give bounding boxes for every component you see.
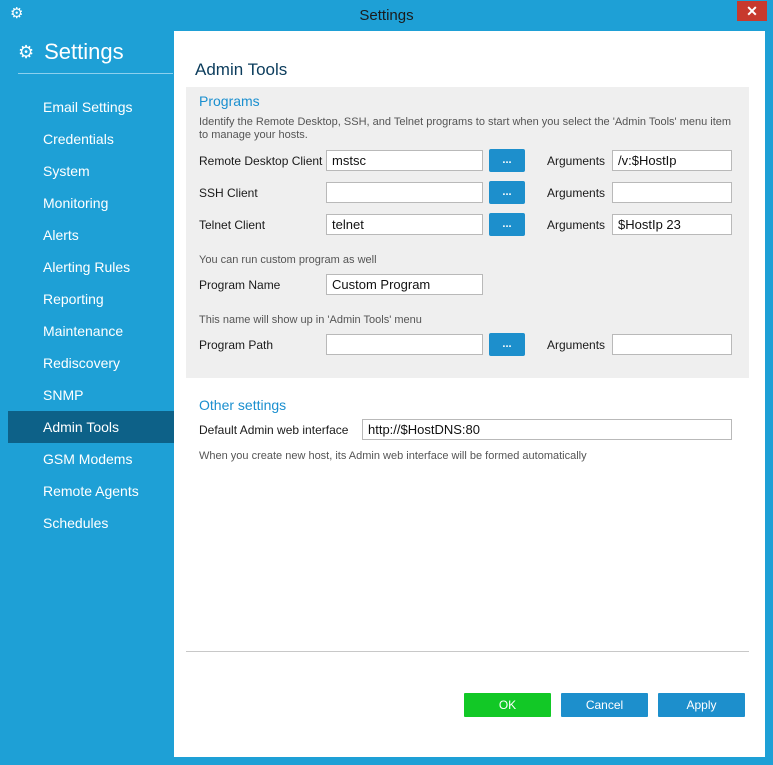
program-name-label: Program Name — [199, 278, 281, 292]
sidebar-item-reporting[interactable]: Reporting — [8, 283, 174, 315]
rdp-label: Remote Desktop Client — [199, 154, 323, 168]
sidebar-nav: Email Settings Credentials System Monito… — [8, 91, 174, 539]
program-name-field[interactable] — [326, 274, 483, 295]
telnet-arguments-field[interactable] — [612, 214, 732, 235]
sidebar-item-remote-agents[interactable]: Remote Agents — [8, 475, 174, 507]
custom-program-hint: You can run custom program as well — [199, 254, 377, 266]
program-path-arguments-field[interactable] — [612, 334, 732, 355]
sidebar: ⚙ Settings Email Settings Credentials Sy… — [8, 31, 174, 757]
programs-title: Programs — [199, 93, 260, 109]
telnet-browse-button[interactable]: ... — [489, 213, 525, 236]
sidebar-item-gsm-modems[interactable]: GSM Modems — [8, 443, 174, 475]
rdp-browse-button[interactable]: ... — [489, 149, 525, 172]
ssh-client-field[interactable] — [326, 182, 483, 203]
web-interface-hint: When you create new host, its Admin web … — [199, 450, 587, 462]
settings-window: ⚙ Settings ✕ ⚙ Settings Email Settings C… — [0, 0, 773, 765]
program-path-label: Program Path — [199, 338, 274, 352]
ssh-browse-button[interactable]: ... — [489, 181, 525, 204]
gear-icon: ⚙ — [18, 42, 35, 62]
sidebar-header: ⚙ Settings — [18, 39, 124, 69]
apply-button[interactable]: Apply — [658, 693, 745, 717]
programs-panel: Programs Identify the Remote Desktop, SS… — [186, 87, 749, 378]
program-path-field[interactable] — [326, 334, 483, 355]
sidebar-item-snmp[interactable]: SNMP — [8, 379, 174, 411]
sidebar-title: Settings — [44, 39, 124, 64]
sidebar-item-schedules[interactable]: Schedules — [8, 507, 174, 539]
window-title: Settings — [359, 7, 414, 24]
sidebar-item-credentials[interactable]: Credentials — [8, 123, 174, 155]
web-interface-label: Default Admin web interface — [199, 423, 349, 437]
ssh-label: SSH Client — [199, 186, 258, 200]
sidebar-item-maintenance[interactable]: Maintenance — [8, 315, 174, 347]
sidebar-item-admin-tools[interactable]: Admin Tools — [8, 411, 174, 443]
program-name-hint: This name will show up in 'Admin Tools' … — [199, 314, 422, 326]
page-title: Admin Tools — [195, 60, 288, 79]
telnet-client-field[interactable] — [326, 214, 483, 235]
close-button[interactable]: ✕ — [737, 1, 767, 21]
sidebar-divider — [18, 73, 173, 74]
ssh-arguments-label: Arguments — [547, 186, 606, 200]
rdp-arguments-field[interactable] — [612, 150, 732, 171]
sidebar-item-system[interactable]: System — [8, 155, 174, 187]
web-interface-field[interactable] — [362, 419, 732, 440]
other-settings-title: Other settings — [199, 397, 287, 413]
program-path-browse-button[interactable]: ... — [489, 333, 525, 356]
sidebar-item-alerting-rules[interactable]: Alerting Rules — [8, 251, 174, 283]
footer-divider — [186, 651, 749, 652]
sidebar-item-monitoring[interactable]: Monitoring — [8, 187, 174, 219]
sidebar-item-alerts[interactable]: Alerts — [8, 219, 174, 251]
sidebar-item-rediscovery[interactable]: Rediscovery — [8, 347, 174, 379]
program-path-arguments-label: Arguments — [547, 338, 606, 352]
ssh-arguments-field[interactable] — [612, 182, 732, 203]
main-content: Admin Tools Programs Identify the Remote… — [174, 31, 765, 757]
telnet-label: Telnet Client — [199, 218, 266, 232]
title-bar: ⚙ Settings ✕ — [0, 0, 773, 31]
cancel-button[interactable]: Cancel — [561, 693, 648, 717]
ok-button[interactable]: OK — [464, 693, 551, 717]
telnet-arguments-label: Arguments — [547, 218, 606, 232]
programs-description: Identify the Remote Desktop, SSH, and Te… — [199, 116, 732, 141]
sidebar-item-email-settings[interactable]: Email Settings — [8, 91, 174, 123]
rdp-arguments-label: Arguments — [547, 154, 606, 168]
rdp-client-field[interactable] — [326, 150, 483, 171]
